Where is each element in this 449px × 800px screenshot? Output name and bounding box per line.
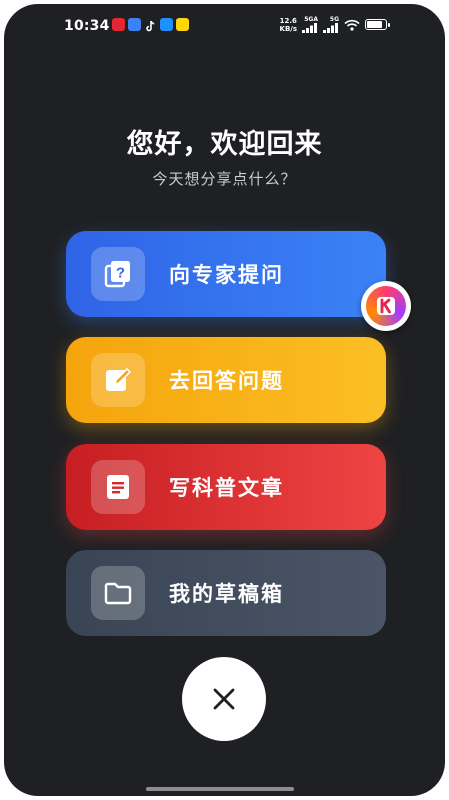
k-logo-icon: [366, 286, 406, 326]
close-button[interactable]: [182, 657, 266, 741]
status-time: 10:34: [64, 18, 110, 34]
ask-expert-label: 向专家提问: [169, 263, 284, 287]
home-indicator[interactable]: [146, 787, 294, 791]
question-book-icon: ?: [91, 247, 145, 301]
map-app-icon: [128, 18, 141, 31]
tesla-app-icon: [112, 18, 125, 31]
system-status: 12.6 KB/s 5GA 5G: [280, 16, 390, 33]
tiktok-icon: [144, 18, 157, 32]
answer-questions-button[interactable]: 去回答问题: [66, 337, 386, 423]
wifi-icon: [344, 19, 360, 31]
taxi-app-icon: [176, 18, 189, 31]
notification-icons: [112, 18, 189, 32]
answer-questions-label: 去回答问题: [169, 369, 284, 393]
folder-icon: [91, 566, 145, 620]
signal-5ga: 5GA: [302, 16, 318, 33]
battery-level: [367, 21, 383, 28]
drafts-label: 我的草稿箱: [169, 582, 284, 606]
write-article-button[interactable]: 写科普文章: [66, 444, 386, 530]
signal-5g: 5G: [323, 16, 339, 33]
close-icon: [213, 688, 235, 710]
page-title: 您好，欢迎回来: [126, 129, 323, 160]
signal-bars-icon: [302, 23, 317, 33]
drafts-button[interactable]: 我的草稿箱: [66, 550, 386, 636]
write-article-label: 写科普文章: [169, 476, 284, 500]
page-subtitle: 今天想分享点什么？: [152, 170, 297, 188]
signal-5g-label: 5G: [329, 16, 339, 23]
net-speed-unit: KB/s: [279, 24, 297, 33]
screen: 10:34 12.6 KB/s 5GA 5G 您好，欢迎回来 今天想分享点什么？…: [4, 4, 445, 796]
ask-expert-button[interactable]: ? 向专家提问: [66, 231, 386, 317]
net-speed-value: 12.6: [279, 16, 297, 25]
edit-pen-icon: [91, 353, 145, 407]
signal-5ga-label: 5GA: [304, 16, 318, 23]
battery-icon: [365, 19, 390, 30]
document-icon: [91, 460, 145, 514]
status-bar: 10:34 12.6 KB/s 5GA 5G: [4, 4, 445, 48]
video-app-icon: [160, 18, 173, 31]
network-speed: 12.6 KB/s: [280, 17, 297, 33]
svg-text:?: ?: [116, 265, 125, 282]
signal-bars-icon: [323, 23, 338, 33]
floating-app-badge[interactable]: [361, 281, 411, 331]
